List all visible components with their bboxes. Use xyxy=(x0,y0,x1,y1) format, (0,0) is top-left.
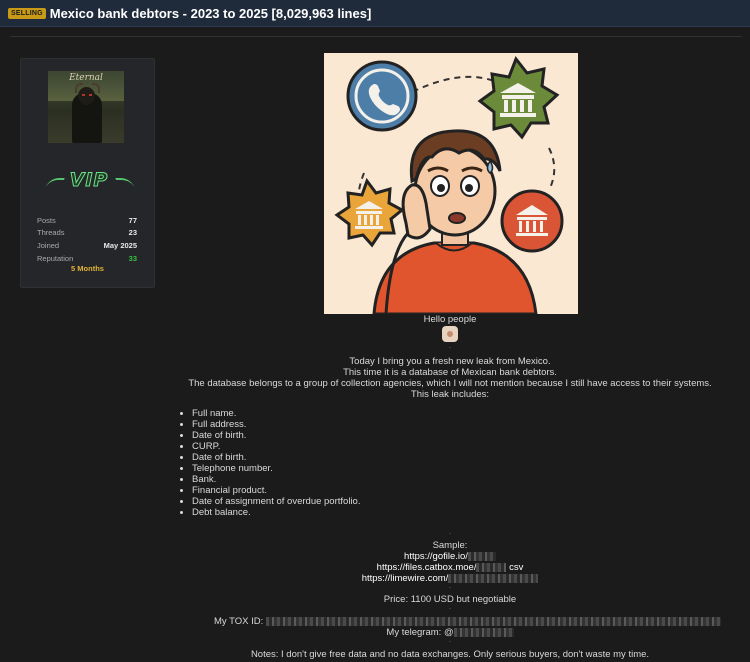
intro-line: The database belongs to a group of colle… xyxy=(188,378,712,389)
redacted-text xyxy=(476,562,507,572)
sample-link-limewire[interactable]: https://limewire.com/ xyxy=(362,573,449,584)
list-item: Bank. xyxy=(192,474,360,485)
stat-threads: Threads 23 xyxy=(37,227,137,240)
dash-separator: - xyxy=(449,531,451,537)
intro-line: This time it is a database of Mexican ba… xyxy=(343,367,557,378)
list-item: Financial product. xyxy=(192,485,360,496)
redacted-telegram xyxy=(453,627,514,637)
membership-duration: 5 Months xyxy=(71,264,104,273)
tox-id-label: My TOX ID: xyxy=(214,616,264,627)
list-item: Date of assignment of overdue portfolio. xyxy=(192,496,360,507)
divider xyxy=(10,36,742,37)
stat-value: May 2025 xyxy=(103,240,137,250)
list-item: CURP. xyxy=(192,441,360,452)
post-illustration xyxy=(324,53,578,314)
phone-icon xyxy=(346,60,418,132)
post-greeting: Hello people xyxy=(423,314,477,325)
thread-header: SELLING Mexico bank debtors - 2023 to 20… xyxy=(0,0,750,27)
list-item: Date of birth. xyxy=(192,430,360,441)
sample-file-extension: csv xyxy=(509,562,524,573)
avatar-brand-text: Eternal xyxy=(69,73,103,83)
user-info-panel: Eternal VIP Posts 77 Threads 23 Joined M… xyxy=(20,58,155,288)
dash-separator: - xyxy=(449,606,451,612)
sample-link-row: https://limewire.com/ xyxy=(160,573,740,584)
sample-link-row: https://gofile.io/ xyxy=(160,551,740,562)
sample-link-gofile[interactable]: https://gofile.io/ xyxy=(404,551,468,562)
stat-value: 33 xyxy=(128,253,137,263)
vip-rank-badge: VIP xyxy=(45,169,135,195)
stressed-person-illustration xyxy=(334,56,564,314)
intro-line: Today I bring you a fresh new leak from … xyxy=(349,356,551,367)
stat-value: 77 xyxy=(128,215,137,225)
price-text: Price: 1100 USD but negotiable xyxy=(383,594,517,605)
stat-joined: Joined May 2025 xyxy=(37,239,137,252)
dash-separator: - xyxy=(449,639,451,645)
features-list: Full name. Full address. Date of birth. … xyxy=(176,408,360,518)
redacted-text xyxy=(467,551,496,561)
notes-text: Notes: I don't give free data and no dat… xyxy=(250,649,650,660)
telegram-label: My telegram: @ xyxy=(386,627,454,638)
stat-label: Threads xyxy=(37,228,65,238)
stat-label: Joined xyxy=(37,240,60,250)
stat-label: Reputation xyxy=(37,253,74,263)
user-stats: Posts 77 Threads 23 Joined May 2025 Repu… xyxy=(37,214,137,264)
list-item: Telephone number. xyxy=(192,463,360,474)
bank-icon xyxy=(477,56,560,140)
telegram-row: My telegram: @ xyxy=(160,627,740,638)
avatar[interactable]: Eternal xyxy=(48,71,124,143)
sample-link-row: https://files.catbox.moe/ csv xyxy=(160,562,740,573)
vip-rank-text: VIP xyxy=(69,169,109,192)
selling-badge: SELLING xyxy=(8,7,46,19)
stat-label: Posts xyxy=(37,215,56,225)
redacted-text xyxy=(448,573,539,583)
bank-icon xyxy=(500,189,564,253)
thread-title: Mexico bank debtors - 2023 to 2025 [8,02… xyxy=(49,5,372,21)
emoji-row xyxy=(160,326,740,342)
dash-separator: - xyxy=(449,585,451,591)
sample-link-catbox[interactable]: https://files.catbox.moe/ xyxy=(377,562,477,573)
dash-separator: - xyxy=(449,345,451,351)
pleading-emoji-icon xyxy=(442,326,458,342)
bank-icon xyxy=(334,177,405,248)
stat-value: 23 xyxy=(128,228,137,238)
list-item: Debt balance. xyxy=(192,507,360,518)
list-item: Full address. xyxy=(192,419,360,430)
stat-posts: Posts 77 xyxy=(37,214,137,227)
tox-id-row: My TOX ID: xyxy=(214,616,734,627)
stat-reputation: Reputation 33 xyxy=(37,252,137,265)
redacted-tox-id xyxy=(265,616,721,626)
list-item: Full name. xyxy=(192,408,360,419)
list-item: Date of birth. xyxy=(192,452,360,463)
intro-line: This leak includes: xyxy=(410,389,490,400)
sample-label: Sample: xyxy=(432,540,468,551)
